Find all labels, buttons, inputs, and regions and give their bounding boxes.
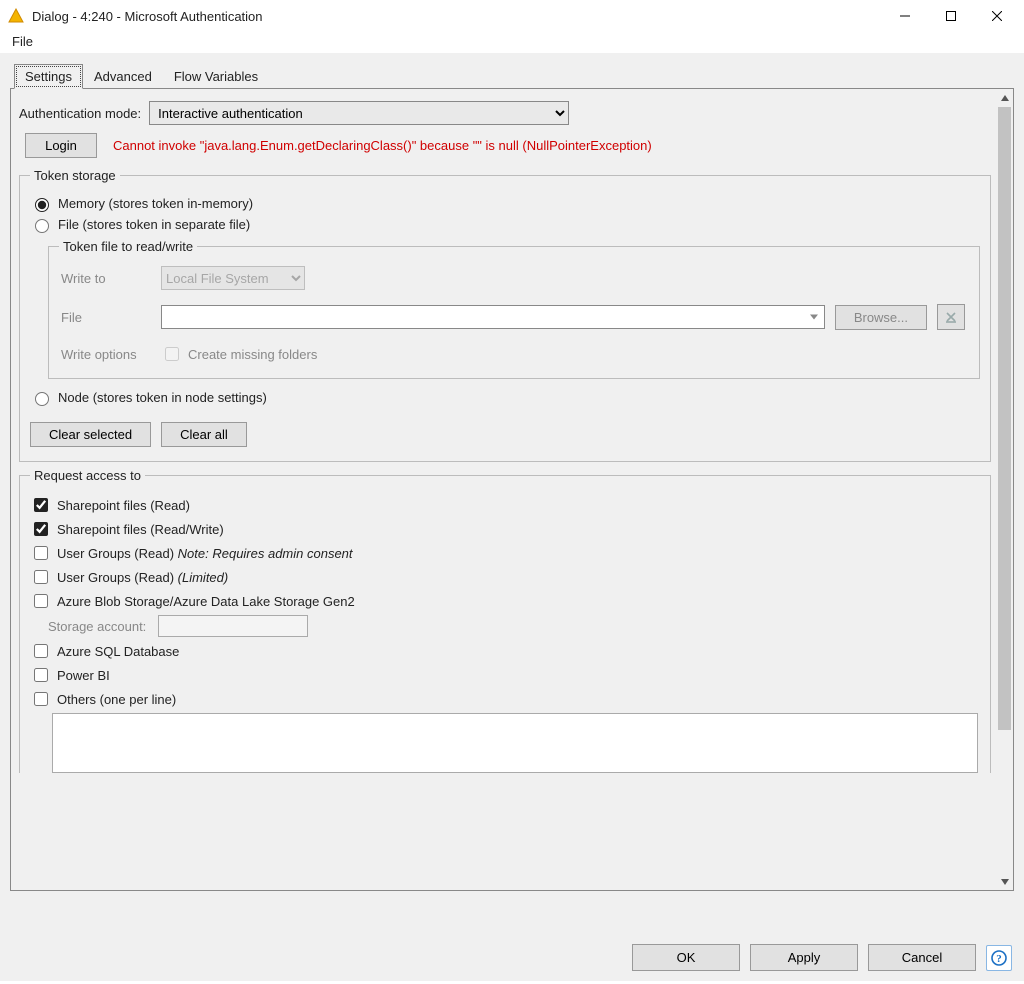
- user-groups-read-checkbox[interactable]: [34, 546, 48, 560]
- ok-button[interactable]: OK: [632, 944, 740, 971]
- dialog-footer: OK Apply Cancel ?: [0, 944, 1024, 971]
- login-error-text: Cannot invoke "java.lang.Enum.getDeclari…: [113, 138, 652, 153]
- tab-strip: Settings Advanced Flow Variables: [14, 64, 1014, 89]
- settings-panel: Authentication mode: Interactive authent…: [10, 88, 1014, 891]
- sharepoint-rw-label: Sharepoint files (Read/Write): [57, 522, 224, 537]
- token-storage-legend: Token storage: [30, 168, 120, 183]
- storage-account-label: Storage account:: [48, 619, 146, 634]
- powerbi-checkbox[interactable]: [34, 668, 48, 682]
- window-title: Dialog - 4:240 - Microsoft Authenticatio…: [32, 9, 882, 24]
- app-icon: [8, 8, 24, 24]
- storage-file-label: File (stores token in separate file): [58, 217, 250, 232]
- scroll-up-icon[interactable]: [996, 89, 1013, 106]
- flow-variable-icon-button: [937, 304, 965, 330]
- storage-node-label: Node (stores token in node settings): [58, 390, 267, 405]
- user-groups-read-limited-checkbox[interactable]: [34, 570, 48, 584]
- tab-advanced[interactable]: Advanced: [83, 64, 163, 89]
- vertical-scrollbar[interactable]: [996, 89, 1013, 890]
- login-button[interactable]: Login: [25, 133, 97, 158]
- window-controls: [882, 0, 1020, 32]
- request-access-group: Request access to Sharepoint files (Read…: [19, 468, 991, 773]
- menu-bar: File: [0, 32, 1024, 53]
- others-checkbox[interactable]: [34, 692, 48, 706]
- scroll-down-icon[interactable]: [996, 873, 1013, 890]
- request-access-legend: Request access to: [30, 468, 145, 483]
- help-button[interactable]: ?: [986, 945, 1012, 971]
- clear-all-button[interactable]: Clear all: [161, 422, 247, 447]
- file-label: File: [61, 310, 151, 325]
- svg-text:?: ?: [996, 953, 1002, 965]
- browse-button: Browse...: [835, 305, 927, 330]
- title-bar: Dialog - 4:240 - Microsoft Authenticatio…: [0, 0, 1024, 32]
- token-file-group: Token file to read/write Write to Local …: [48, 239, 980, 379]
- azure-sql-checkbox[interactable]: [34, 644, 48, 658]
- scroll-thumb[interactable]: [998, 107, 1011, 730]
- sharepoint-read-checkbox[interactable]: [34, 498, 48, 512]
- storage-account-input: [158, 615, 308, 637]
- azure-blob-label: Azure Blob Storage/Azure Data Lake Stora…: [57, 594, 355, 609]
- token-file-legend: Token file to read/write: [59, 239, 197, 254]
- close-button[interactable]: [974, 0, 1020, 32]
- menu-file[interactable]: File: [8, 32, 37, 51]
- storage-node-radio[interactable]: [35, 392, 49, 406]
- token-storage-group: Token storage Memory (stores token in-me…: [19, 168, 991, 462]
- powerbi-label: Power BI: [57, 668, 110, 683]
- storage-memory-label: Memory (stores token in-memory): [58, 196, 253, 211]
- storage-file-radio[interactable]: [35, 219, 49, 233]
- storage-memory-radio[interactable]: [35, 198, 49, 212]
- tab-flow-variables[interactable]: Flow Variables: [163, 64, 269, 89]
- client-area: Settings Advanced Flow Variables Authent…: [0, 53, 1024, 981]
- write-options-label: Write options: [61, 347, 151, 362]
- cancel-button[interactable]: Cancel: [868, 944, 976, 971]
- azure-blob-checkbox[interactable]: [34, 594, 48, 608]
- write-to-select: Local File System: [161, 266, 305, 290]
- user-groups-read-label: User Groups (Read) Note: Requires admin …: [57, 546, 353, 561]
- maximize-button[interactable]: [928, 0, 974, 32]
- sharepoint-read-label: Sharepoint files (Read): [57, 498, 190, 513]
- others-textarea[interactable]: [52, 713, 978, 773]
- user-groups-read-limited-label: User Groups (Read) (Limited): [57, 570, 228, 585]
- auth-mode-select[interactable]: Interactive authentication: [149, 101, 569, 125]
- create-missing-folders-label: Create missing folders: [188, 347, 317, 362]
- sharepoint-rw-checkbox[interactable]: [34, 522, 48, 536]
- clear-selected-button[interactable]: Clear selected: [30, 422, 151, 447]
- write-to-label: Write to: [61, 271, 151, 286]
- minimize-button[interactable]: [882, 0, 928, 32]
- file-path-combo: [161, 305, 825, 329]
- create-missing-folders-checkbox: [165, 347, 179, 361]
- apply-button[interactable]: Apply: [750, 944, 858, 971]
- auth-mode-label: Authentication mode:: [19, 106, 141, 121]
- tab-settings[interactable]: Settings: [14, 64, 83, 89]
- azure-sql-label: Azure SQL Database: [57, 644, 179, 659]
- others-label: Others (one per line): [57, 692, 176, 707]
